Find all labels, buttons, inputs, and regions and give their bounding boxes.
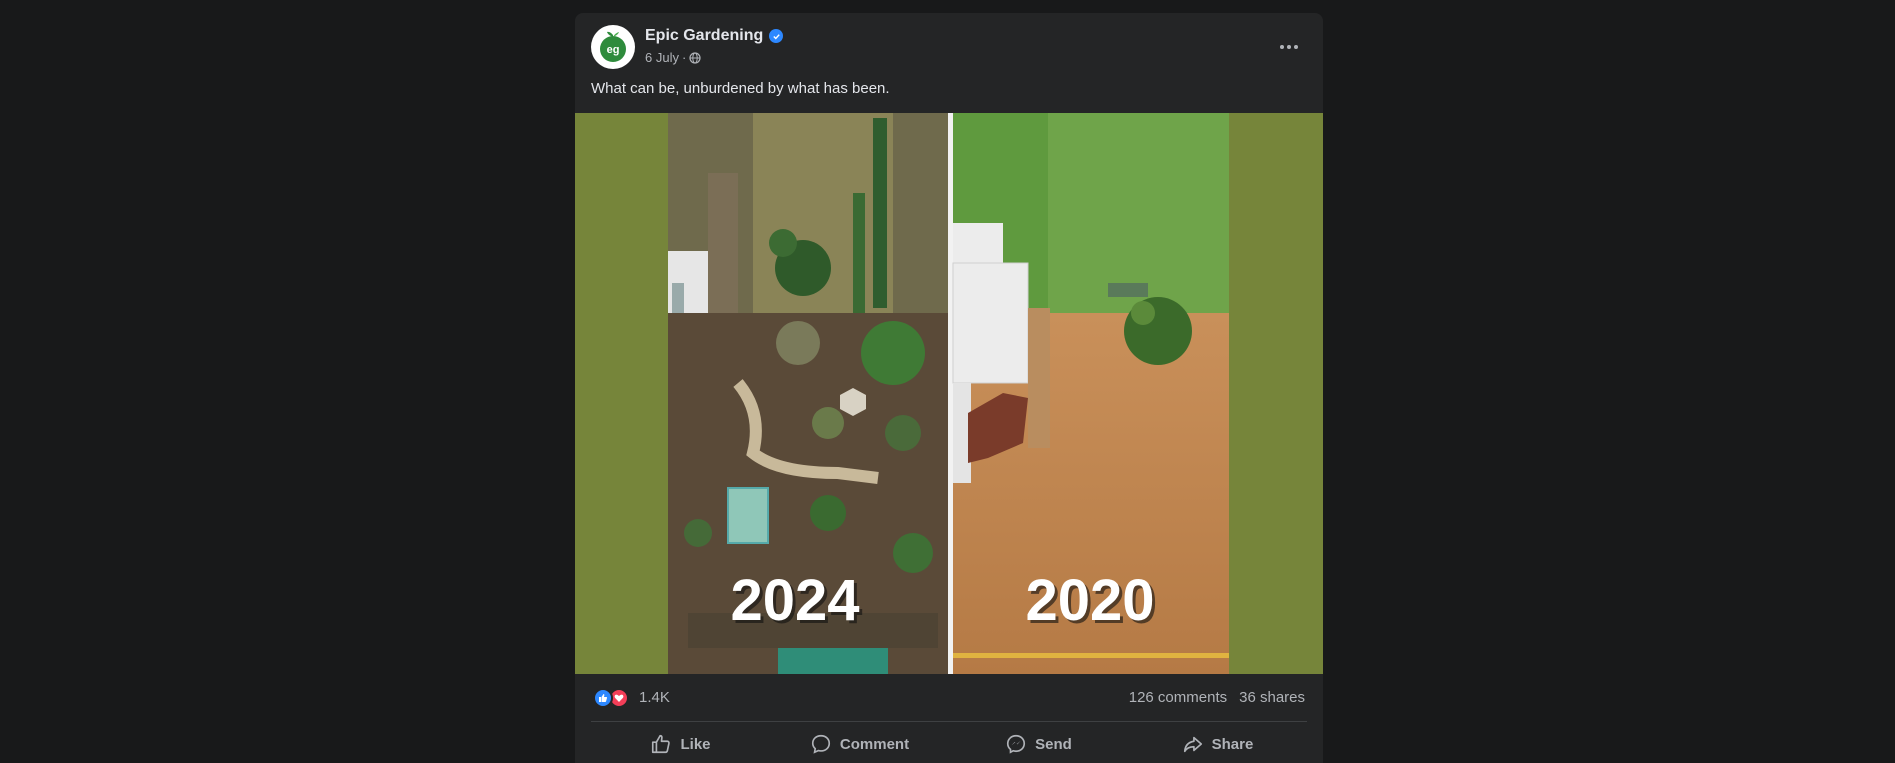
post-meta: 6 July · (645, 50, 701, 65)
comment-label: Comment (839, 735, 910, 753)
reactions-bar: 1.4K 126 comments 36 shares (575, 674, 1323, 722)
page-name[interactable]: Epic Gardening (645, 27, 784, 45)
reaction-count[interactable]: 1.4K (639, 689, 670, 706)
post-caption: What can be, unburdened by what has been… (591, 80, 890, 97)
send-label: Send (1035, 735, 1072, 753)
verified-icon (769, 29, 784, 43)
more-icon (1280, 45, 1298, 49)
send-button[interactable]: Send (949, 725, 1128, 763)
page-name-text[interactable]: Epic Gardening (645, 27, 763, 45)
right-year-label: 2020 (1025, 568, 1154, 633)
more-options-button[interactable] (1271, 29, 1307, 65)
before-after-photo[interactable]: 2024 2024 2020 2020 (668, 113, 1229, 674)
meta-separator: · (681, 50, 687, 65)
share-icon (1183, 736, 1202, 753)
globe-icon (689, 51, 701, 64)
comment-icon (811, 734, 830, 754)
epic-gardening-logo: eg (600, 31, 626, 62)
avatar[interactable]: eg (591, 25, 635, 69)
like-label: Like (680, 735, 711, 753)
post-date[interactable]: 6 July (645, 50, 679, 65)
like-reaction-icon (593, 688, 613, 708)
post-actions: Like Comment Send Share (591, 725, 1307, 763)
comments-count[interactable]: 126 comments (1129, 689, 1227, 706)
actions-divider (591, 721, 1307, 722)
post-media[interactable]: 2024 2024 2020 2020 (575, 113, 1323, 674)
share-label: Share (1211, 735, 1254, 753)
share-button[interactable]: Share (1128, 725, 1307, 763)
left-year-label: 2024 (730, 568, 859, 633)
post-header: eg Epic Gardening 6 July · (575, 13, 1323, 83)
like-button[interactable]: Like (591, 725, 770, 763)
send-icon (1007, 734, 1026, 754)
shares-count[interactable]: 36 shares (1239, 689, 1305, 706)
comment-button[interactable]: Comment (770, 725, 949, 763)
post-card: eg Epic Gardening 6 July · What can be, … (575, 13, 1323, 763)
reaction-icons[interactable] (593, 688, 629, 708)
like-icon (652, 734, 671, 754)
post-stats: 126 comments 36 shares (1129, 689, 1305, 706)
svg-text:eg: eg (607, 44, 620, 56)
